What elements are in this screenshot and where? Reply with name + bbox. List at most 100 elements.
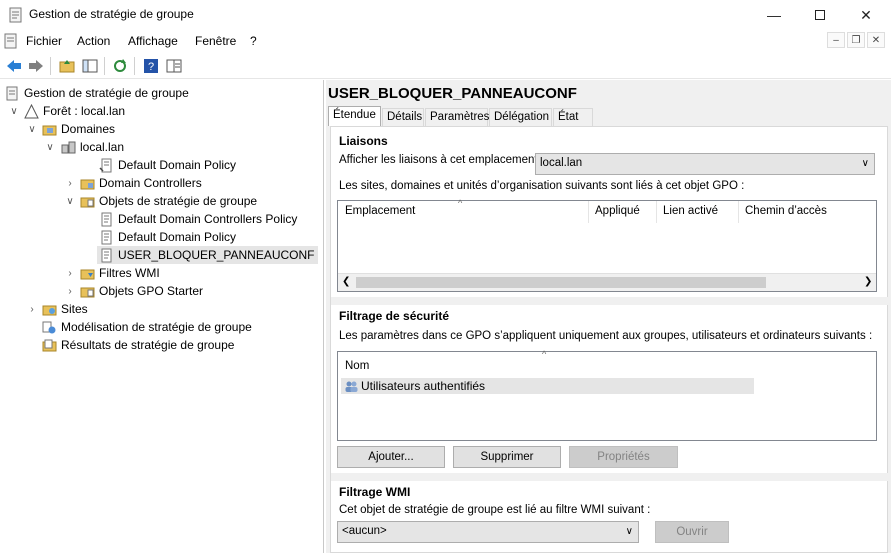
col-emplacement[interactable]: Emplacement <box>345 205 415 217</box>
open-wmi-button[interactable]: Ouvrir <box>655 521 729 543</box>
tab-parametres[interactable]: Paramètres <box>425 108 489 126</box>
collapse-chevron-icon[interactable]: ∨ <box>45 142 55 153</box>
forest-icon <box>24 103 39 118</box>
mdi-minimize-button[interactable]: – <box>827 32 845 48</box>
scroll-right-icon[interactable]: ❯ <box>864 276 872 287</box>
col-applique[interactable]: Appliqué <box>595 205 640 217</box>
menu-fichier[interactable]: Fichier <box>26 34 62 48</box>
refresh-icon[interactable] <box>111 57 129 75</box>
add-button[interactable]: Ajouter... <box>337 446 445 468</box>
tab-etat[interactable]: État <box>553 108 593 126</box>
links-heading: Liaisons <box>339 134 388 148</box>
security-row[interactable]: Utilisateurs authentifiés <box>341 378 754 394</box>
console-tree: Gestion de stratégie de groupe ∨ Forêt :… <box>0 80 324 553</box>
location-select[interactable]: local.lan ∨ <box>535 153 875 175</box>
tree-gpo-default-dc-policy[interactable]: Default Domain Controllers Policy <box>99 210 297 228</box>
expand-chevron-icon[interactable]: › <box>65 286 75 297</box>
security-description: Les paramètres dans ce GPO s’appliquent … <box>339 330 873 342</box>
minimize-icon: – <box>833 34 839 46</box>
security-row-name: Utilisateurs authentifiés <box>361 379 486 393</box>
gpo-icon <box>101 212 112 226</box>
col-lien-active[interactable]: Lien activé <box>663 205 718 217</box>
maximize-icon <box>815 10 825 20</box>
wmi-folder-icon <box>80 269 95 279</box>
forward-arrow-icon[interactable] <box>27 57 45 75</box>
gpo-title: USER_BLOQUER_PANNEAUCONF <box>328 85 577 102</box>
up-folder-icon[interactable] <box>58 57 76 75</box>
help-icon[interactable]: ? <box>142 57 160 75</box>
gpo-link-icon <box>99 158 112 172</box>
menu-affichage[interactable]: Affichage <box>128 34 178 48</box>
links-list[interactable]: ^ Emplacement Appliqué Lien activé Chemi… <box>337 198 877 292</box>
mdi-controls: – ❐ ✕ <box>827 32 885 48</box>
maximize-button[interactable] <box>797 0 843 30</box>
horizontal-scrollbar[interactable]: ❮ ❯ <box>338 273 876 291</box>
starter-folder-icon <box>80 287 95 297</box>
col-nom[interactable]: Nom <box>345 360 369 372</box>
tree-forest[interactable]: Forêt : local.lan <box>24 102 125 120</box>
properties-pane-icon[interactable] <box>165 57 183 75</box>
expand-chevron-icon[interactable]: › <box>65 178 75 189</box>
modeling-icon <box>42 321 56 333</box>
tree-gp-modeling[interactable]: Modélisation de stratégie de groupe <box>42 318 252 336</box>
wmi-description: Cet objet de stratégie de groupe est lié… <box>339 504 651 516</box>
gpmc-app-icon <box>9 7 22 23</box>
security-heading: Filtrage de sécurité <box>339 309 450 323</box>
col-chemin-acces[interactable]: Chemin d’accès <box>745 205 827 217</box>
tab-etendue[interactable]: Étendue <box>328 106 381 126</box>
tree-starter-gpos[interactable]: Objets GPO Starter <box>80 282 203 300</box>
close-icon: ✕ <box>871 34 881 46</box>
svg-text:?: ? <box>148 61 154 73</box>
menu-fenetre[interactable]: Fenêtre <box>195 34 236 48</box>
tree-sites[interactable]: Sites <box>42 300 88 318</box>
tree-root[interactable]: Gestion de stratégie de groupe <box>5 84 189 102</box>
collapse-chevron-icon[interactable]: ∨ <box>27 124 37 135</box>
wmi-filter-select[interactable]: <aucun> ∨ <box>337 521 639 543</box>
mdi-restore-button[interactable]: ❐ <box>847 32 865 48</box>
show-hide-tree-icon[interactable] <box>81 57 99 75</box>
tree-domains[interactable]: Domaines <box>42 120 115 138</box>
location-value: local.lan <box>540 157 583 169</box>
collapse-chevron-icon[interactable]: ∨ <box>9 106 19 117</box>
gpo-icon <box>101 248 112 262</box>
tree-domain-local-lan[interactable]: local.lan <box>61 138 124 156</box>
security-list[interactable]: ^ Nom Utilisateurs authentifiés <box>337 349 877 441</box>
scrollbar-thumb[interactable] <box>356 277 766 288</box>
expand-chevron-icon[interactable]: › <box>27 304 37 315</box>
sort-caret-icon: ^ <box>542 349 547 359</box>
expand-chevron-icon[interactable]: › <box>65 268 75 279</box>
wmi-heading: Filtrage WMI <box>339 485 411 499</box>
menu-action[interactable]: Action <box>77 34 110 48</box>
chevron-down-icon: ∨ <box>625 526 633 537</box>
properties-button[interactable]: Propriétés <box>569 446 678 468</box>
mdi-close-button[interactable]: ✕ <box>867 32 885 48</box>
minimize-icon: — <box>767 7 781 23</box>
menu-bar: Fichier Action Affichage Fenêtre ? <box>0 30 891 52</box>
sites-folder-icon <box>42 305 57 315</box>
tab-details[interactable]: Détails <box>382 108 424 126</box>
back-arrow-icon[interactable] <box>5 57 23 75</box>
ou-folder-icon <box>80 179 95 189</box>
domains-folder-icon <box>42 125 57 135</box>
tree-gpo-default-domain-policy[interactable]: Default Domain Policy <box>99 228 236 246</box>
results-icon <box>42 339 57 351</box>
minimize-button[interactable]: — <box>751 0 797 30</box>
tree-gp-results[interactable]: Résultats de stratégie de groupe <box>42 336 234 354</box>
window-title: Gestion de stratégie de groupe <box>29 7 194 21</box>
tree-wmi-filters[interactable]: Filtres WMI <box>80 264 160 282</box>
tree-domain-controllers[interactable]: Domain Controllers <box>80 174 202 192</box>
tab-delegation[interactable]: Délégation <box>489 108 552 126</box>
toolbar: ? <box>0 54 891 79</box>
tree-gpo-container[interactable]: Objets de stratégie de groupe <box>80 192 257 210</box>
tree-default-domain-policy-link[interactable]: Default Domain Policy <box>99 156 236 174</box>
menu-help[interactable]: ? <box>250 34 257 48</box>
scroll-left-icon[interactable]: ❮ <box>342 276 350 287</box>
collapse-chevron-icon[interactable]: ∨ <box>65 196 75 207</box>
remove-button[interactable]: Supprimer <box>453 446 561 468</box>
close-icon: ✕ <box>860 6 872 23</box>
gpo-icon <box>101 230 112 244</box>
gpmc-icon <box>6 86 18 100</box>
close-button[interactable]: ✕ <box>843 0 889 30</box>
wmi-filter-value: <aucun> <box>342 525 387 537</box>
tree-gpo-user-bloquer-panneauconf[interactable]: USER_BLOQUER_PANNEAUCONF <box>97 246 318 264</box>
